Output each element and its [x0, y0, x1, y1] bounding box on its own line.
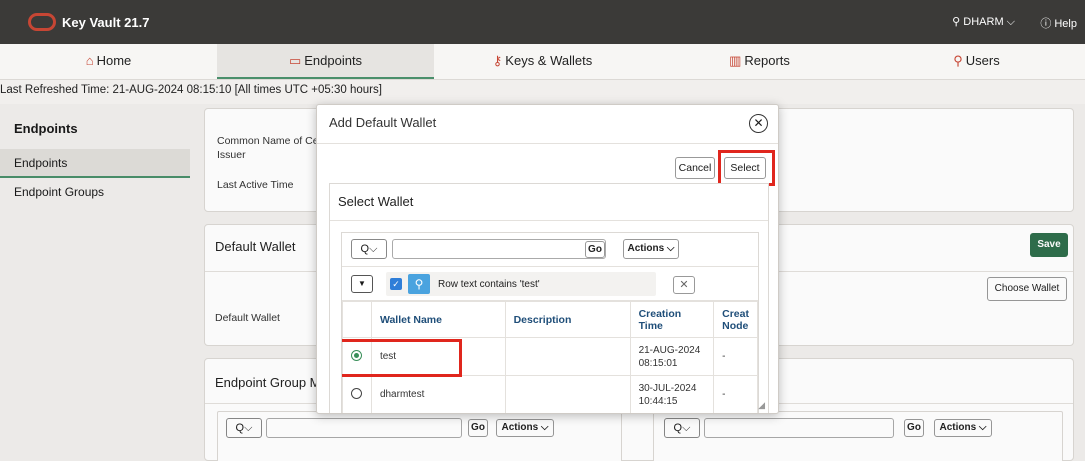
column-header-description[interactable]: Description: [504, 301, 631, 338]
last-refreshed-text: Last Refreshed Time: 21-AUG-2024 08:15:1…: [0, 84, 382, 96]
search-toggle[interactable]: Q⌵: [351, 239, 387, 259]
row-select-cell[interactable]: [342, 375, 372, 413]
report-toolbar: Q⌵ Go Actions ⌵: [342, 233, 758, 267]
tab-label: Users: [965, 53, 1000, 68]
creation-time-cell: 21-AUG-2024 08:15:01: [629, 337, 715, 376]
add-default-wallet-dialog: Add Default Wallet ✕ Cancel Select Selec…: [316, 104, 779, 414]
app-title: Key Vault 21.7: [62, 15, 150, 30]
wallet-name-cell: dharmtest: [370, 375, 506, 413]
close-icon[interactable]: ✕: [749, 114, 768, 133]
user-menu[interactable]: ⚲ DHARM ⌵: [952, 15, 1015, 29]
tab-label: Endpoints: [304, 53, 363, 68]
description-cell: [504, 375, 631, 413]
radio-unselected[interactable]: [351, 387, 363, 399]
row-highlight-box: [342, 339, 462, 377]
search-input[interactable]: [392, 239, 606, 259]
chevron-down-icon[interactable]: ▼: [351, 275, 373, 293]
column-header-creation-time[interactable]: Creation Time: [629, 301, 715, 338]
creation-time-cell: 30-JUL-2024 10:44:15: [629, 375, 715, 413]
cancel-button[interactable]: Cancel: [675, 157, 715, 179]
monitor-icon: ▭: [288, 53, 302, 68]
creation-date: 21-AUG-2024: [638, 344, 701, 356]
table-header-row: Wallet Name Description Creation Time Cr…: [342, 301, 758, 338]
region-title: Select Wallet: [338, 194, 414, 209]
tab-users[interactable]: ⚲ Users: [868, 44, 1085, 79]
search-icon: ⚲: [408, 274, 430, 294]
filter-enabled-checkbox[interactable]: ✓: [390, 278, 402, 290]
column-header-wallet-name[interactable]: Wallet Name: [370, 301, 506, 338]
divider: [317, 143, 778, 144]
filter-text[interactable]: Row text contains 'test': [438, 279, 540, 290]
filter-row: ▼ ✓ ⚲ Row text contains 'test' ✕: [342, 267, 758, 301]
help-link[interactable]: ⓘ Help: [1040, 15, 1077, 31]
users-icon: ⚲: [953, 53, 963, 68]
tab-endpoints[interactable]: ▭ Endpoints: [217, 44, 434, 79]
bar-chart-icon: ▥: [729, 53, 742, 68]
tab-keys-wallets[interactable]: ⚷ Keys & Wallets: [434, 44, 651, 79]
oracle-logo-icon: [28, 13, 56, 31]
main-nav: ⌂ Home ▭ Endpoints ⚷ Keys & Wallets ▥ Report…: [0, 44, 1085, 80]
creation-clock: 08:15:01: [638, 357, 678, 369]
created-node-cell: -: [713, 337, 758, 376]
tab-label: Keys & Wallets: [505, 53, 593, 68]
creation-date: 30-JUL-2024: [638, 382, 697, 394]
tab-label: Reports: [744, 53, 790, 68]
filter-bar: ✓ ⚲ Row text contains 'test': [386, 272, 656, 296]
tab-home[interactable]: ⌂ Home: [0, 44, 217, 79]
home-icon: ⌂: [85, 53, 94, 68]
tab-reports[interactable]: ▥ Reports: [651, 44, 868, 79]
key-icon: ⚷: [492, 53, 503, 68]
description-cell: [504, 337, 631, 376]
wallet-report: Q⌵ Go Actions ⌵ ▼ ✓ ⚲ Row text contains …: [341, 232, 759, 413]
select-wallet-region: Select Wallet Q⌵ Go Actions ⌵ ▼ ✓ ⚲ Row …: [329, 183, 769, 413]
remove-filter-icon[interactable]: ✕: [673, 276, 695, 294]
resize-handle-icon[interactable]: ◢: [758, 400, 765, 411]
column-header-created-node[interactable]: Creat Node: [713, 301, 758, 338]
tab-label: Home: [96, 53, 132, 68]
select-highlight-box: [718, 150, 775, 186]
top-bar: Key Vault 21.7 ⚲ DHARM ⌵ ⓘ Help: [0, 0, 1085, 44]
go-button[interactable]: Go: [585, 241, 605, 258]
actions-button[interactable]: Actions ⌵: [623, 239, 679, 259]
dialog-title: Add Default Wallet: [329, 115, 437, 130]
created-node-cell: -: [713, 375, 758, 413]
table-row[interactable]: dharmtest 30-JUL-2024 10:44:15 -: [342, 375, 758, 413]
creation-clock: 10:44:15: [638, 395, 678, 407]
column-header-select: [342, 301, 372, 338]
divider: [330, 220, 768, 221]
